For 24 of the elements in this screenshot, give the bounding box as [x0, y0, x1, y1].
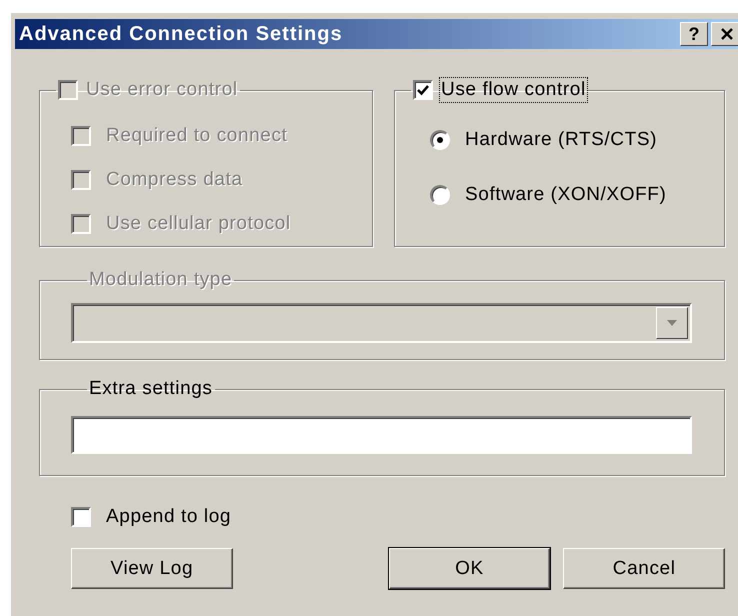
help-button[interactable]: ? [680, 22, 708, 46]
check-icon [416, 83, 430, 97]
dialog-button[interactable]: View Log [71, 548, 233, 589]
window-title: Advanced Connection Settings [19, 22, 344, 46]
radio-label: Software (XON/XOFF) [465, 184, 666, 206]
checkbox-label: Required to connect [106, 125, 288, 147]
dialog-button[interactable]: OK [388, 548, 550, 589]
radio-button[interactable] [430, 130, 450, 150]
radio-label: Hardware (RTS/CTS) [465, 129, 658, 151]
close-icon [720, 27, 734, 41]
checkbox-label: Use cellular protocol [106, 213, 291, 235]
checkbox[interactable] [71, 507, 91, 527]
radio-button[interactable] [430, 185, 450, 205]
dialog-button[interactable]: Cancel [563, 548, 726, 589]
caret-icon [667, 320, 677, 326]
checkbox-label: Use flow control [441, 79, 586, 101]
checkbox-label: Use error control [86, 79, 238, 101]
checkbox[interactable] [413, 80, 433, 100]
checkbox-label: Append to log [106, 506, 232, 528]
input-field[interactable] [71, 416, 692, 454]
close-button[interactable] [711, 22, 738, 46]
checkbox-label: Compress data [106, 169, 243, 191]
group-label: Extra settings [89, 378, 213, 400]
group-label: Modulation type [89, 269, 232, 291]
